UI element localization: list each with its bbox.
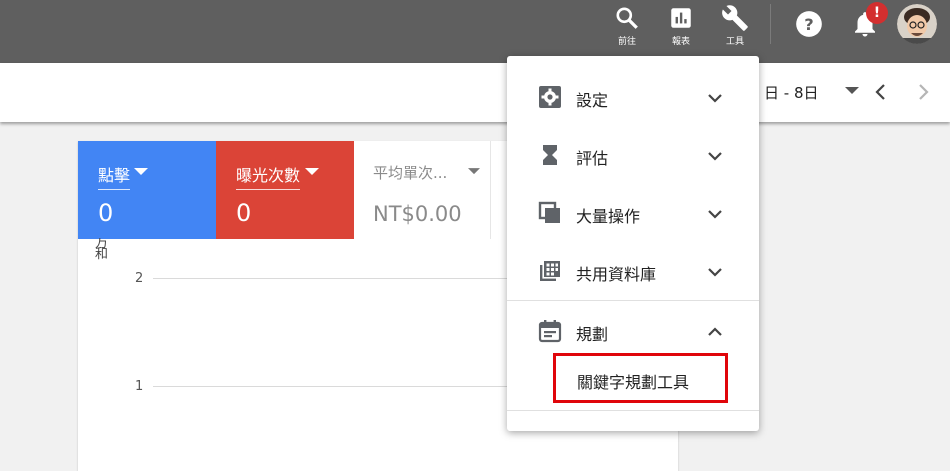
tools-label: 工具 xyxy=(725,37,744,47)
y-tick-label: 1 xyxy=(135,379,144,394)
reports-label: 報表 xyxy=(671,37,690,47)
topbar-divider xyxy=(770,4,771,44)
impressions-label: 曝光次數 xyxy=(236,162,301,190)
menu-item-label: 大量操作 xyxy=(576,207,641,226)
clicks-label: 點擊 xyxy=(98,162,131,190)
avg-cpc-metric-tile[interactable]: 平均單次... NT$0.00 xyxy=(354,141,491,239)
svg-text:?: ? xyxy=(804,15,813,34)
gridline xyxy=(153,386,513,387)
top-app-bar: 前往 報表 工具 ? ! xyxy=(0,0,950,63)
menu-divider xyxy=(507,410,759,411)
tools-menu: 設定 評估 大量操作 共用資料庫 規劃 關鍵字規劃工具 xyxy=(507,56,759,431)
copy-icon xyxy=(538,201,560,223)
reports-icon xyxy=(671,8,691,28)
chevron-down-icon xyxy=(708,210,722,219)
tools-button[interactable]: 工具 xyxy=(713,4,757,47)
menu-item-measurement[interactable]: 評估 xyxy=(507,126,759,184)
grid-library-icon xyxy=(540,261,560,281)
prev-period-chevron-icon[interactable] xyxy=(873,82,889,102)
date-range-text[interactable]: 日 - 8日 xyxy=(764,82,819,103)
hourglass-icon xyxy=(543,145,557,165)
clicks-caret-icon[interactable] xyxy=(134,168,148,176)
notification-badge: ! xyxy=(866,2,888,24)
chevron-down-icon xyxy=(708,268,722,277)
clicks-metric-tile[interactable]: 點擊 0 xyxy=(78,141,216,239)
impressions-value: 0 xyxy=(236,199,252,227)
date-dropdown-caret-icon[interactable] xyxy=(845,87,859,95)
reports-button[interactable]: 報表 xyxy=(659,4,703,47)
goto-label: 前往 xyxy=(617,37,636,47)
avg-cpc-label: 平均單次... xyxy=(373,164,448,182)
clicks-value: 0 xyxy=(98,199,114,227)
calendar-icon xyxy=(538,320,562,343)
menu-item-label: 規劃 xyxy=(576,325,609,344)
menu-item-bulk-actions[interactable]: 大量操作 xyxy=(507,184,759,242)
avg-cpc-caret-icon[interactable] xyxy=(468,168,480,175)
menu-item-label: 設定 xyxy=(576,91,609,110)
impressions-caret-icon[interactable] xyxy=(305,168,319,176)
avg-cpc-value: NT$0.00 xyxy=(373,202,462,226)
wrench-icon xyxy=(722,5,748,31)
menu-item-label: 共用資料庫 xyxy=(576,265,657,284)
gear-icon xyxy=(539,86,561,108)
y-tick-label: 2 xyxy=(135,271,144,286)
menu-item-settings[interactable]: 設定 xyxy=(507,68,759,126)
keyword-planner-label: 關鍵字規劃工具 xyxy=(577,373,690,392)
avatar[interactable] xyxy=(897,4,937,44)
keyword-planner-link[interactable]: 關鍵字規劃工具 xyxy=(553,353,728,403)
menu-item-label: 評估 xyxy=(576,149,609,168)
next-period-chevron-icon[interactable] xyxy=(915,82,931,102)
impressions-metric-tile[interactable]: 曝光次數 0 xyxy=(216,141,354,239)
chart-cut-label: 万 和 xyxy=(95,238,109,260)
chevron-down-icon xyxy=(708,152,722,161)
chevron-down-icon xyxy=(708,94,722,103)
gridline xyxy=(153,278,513,279)
menu-item-shared-library[interactable]: 共用資料庫 xyxy=(507,242,759,300)
goto-button[interactable]: 前往 xyxy=(605,4,649,47)
search-icon xyxy=(616,7,638,29)
menu-item-planning[interactable]: 規劃 xyxy=(507,302,759,360)
chevron-up-icon xyxy=(708,327,722,336)
menu-divider xyxy=(507,300,759,301)
help-icon[interactable]: ? xyxy=(795,10,823,38)
